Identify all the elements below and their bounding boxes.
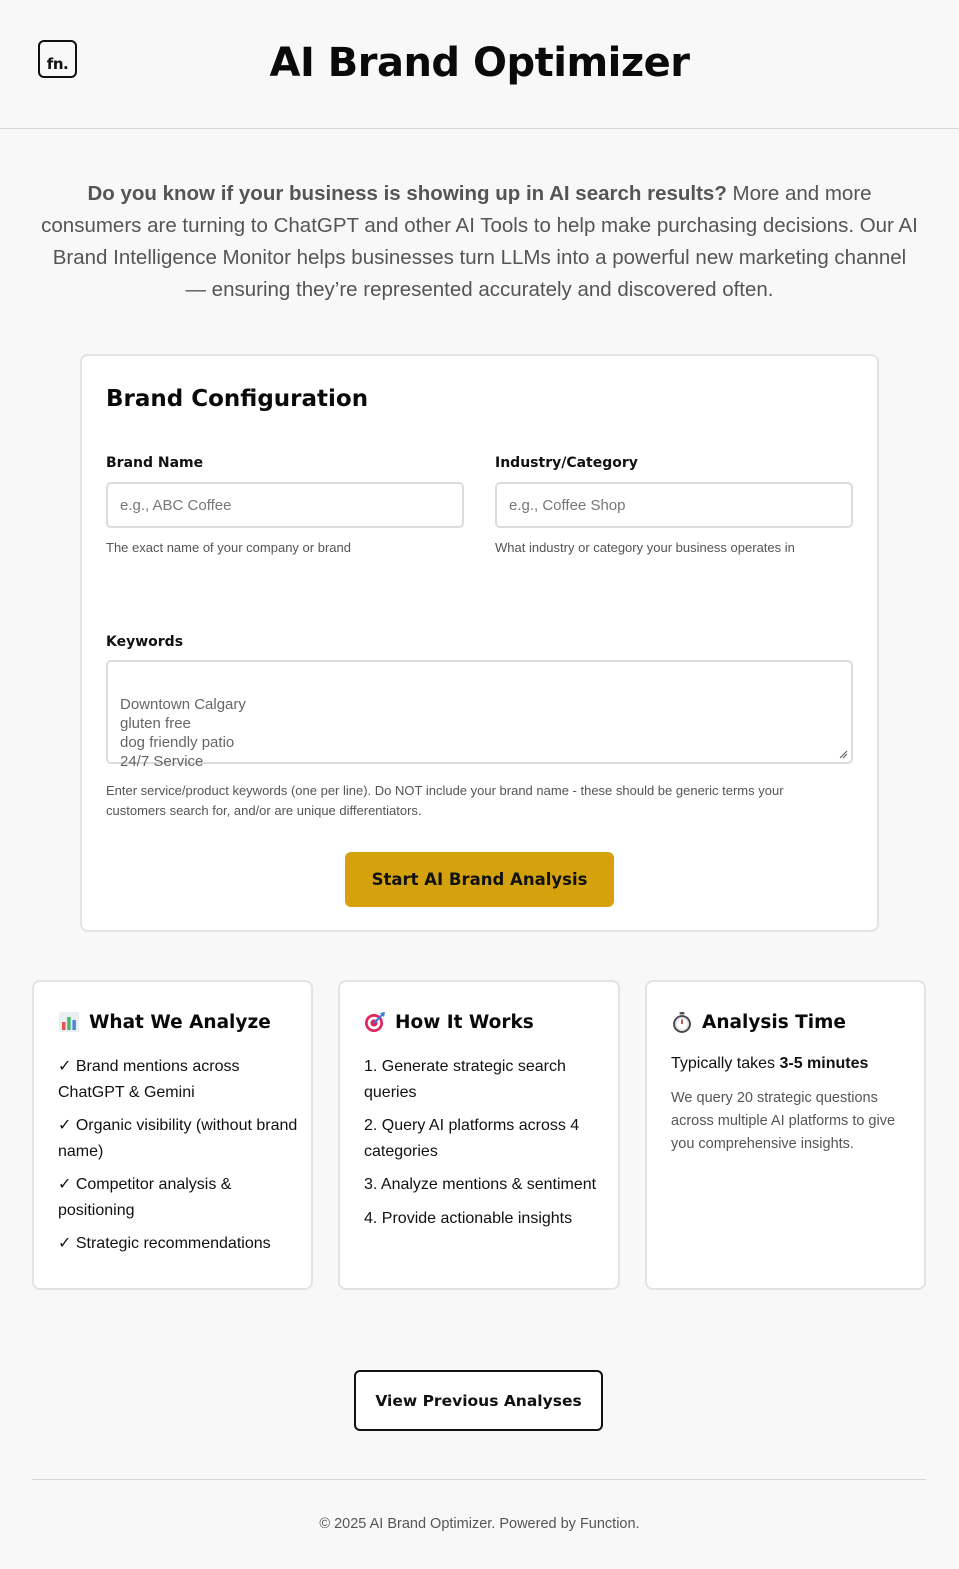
industry-help: What industry or category your business … — [495, 540, 795, 555]
analysis-description: We query 20 strategic questions across m… — [671, 1090, 896, 1152]
card-title: What We Analyze — [89, 1011, 271, 1033]
list-item: ✓ Strategic recommendations — [58, 1235, 271, 1252]
industry-input[interactable] — [495, 482, 853, 528]
list-item: ✓ Brand mentions across ChatGPT & Gemini — [58, 1058, 240, 1101]
card-title: How It Works — [395, 1011, 534, 1033]
analyze-list: ✓ Brand mentions across ChatGPT & Gemini… — [58, 1054, 298, 1265]
how-it-works-card: How It Works 1. Generate strategic searc… — [338, 980, 620, 1290]
resize-handle-icon[interactable] — [839, 750, 848, 759]
keywords-value: Downtown Calgary gluten free dog friendl… — [120, 696, 246, 770]
list-item: ✓ Organic visibility (without brand name… — [58, 1117, 298, 1160]
list-item: 2. Query AI platforms across 4 categorie… — [364, 1117, 580, 1160]
keywords-label: Keywords — [106, 634, 184, 650]
brand-name-label: Brand Name — [106, 455, 204, 471]
what-we-analyze-card: What We Analyze ✓ Brand mentions across … — [32, 980, 313, 1290]
stopwatch-icon — [673, 1012, 691, 1033]
keywords-textarea[interactable]: Downtown Calgary gluten free dog friendl… — [106, 660, 853, 770]
analysis-time-card: Analysis Time Typically takes 3-5 minute… — [645, 980, 926, 1290]
brand-name-input[interactable] — [106, 482, 464, 528]
list-item: 1. Generate strategic search queries — [364, 1058, 566, 1101]
list-item: ✓ Competitor analysis & positioning — [58, 1176, 232, 1219]
bar-chart-icon — [59, 1012, 79, 1032]
header: fn. AI Brand Optimizer — [0, 0, 959, 129]
duration-prefix: Typically takes — [671, 1055, 780, 1072]
analysis-duration: Typically takes 3-5 minutes — [671, 1055, 868, 1073]
brand-name-help: The exact name of your company or brand — [106, 540, 351, 555]
intro-bold: Do you know if your business is showing … — [87, 182, 727, 205]
keywords-help: Enter service/product keywords (one per … — [106, 783, 784, 818]
list-item: 3. Analyze mentions & sentiment — [364, 1176, 597, 1193]
page-title: AI Brand Optimizer — [269, 40, 690, 86]
industry-label: Industry/Category — [495, 455, 638, 471]
intro-paragraph: Do you know if your business is showing … — [40, 178, 919, 306]
view-previous-analyses-button[interactable]: View Previous Analyses — [354, 1370, 603, 1431]
card-title: Analysis Time — [702, 1011, 846, 1033]
config-title: Brand Configuration — [106, 386, 369, 412]
how-list: 1. Generate strategic search queries 2. … — [364, 1054, 604, 1239]
brand-configuration-card: Brand Configuration Brand Name The exact… — [80, 354, 879, 932]
footer-divider — [32, 1479, 926, 1480]
footer: © 2025 AI Brand Optimizer. Powered by Fu… — [319, 1516, 640, 1532]
start-analysis-button[interactable]: Start AI Brand Analysis — [345, 852, 614, 907]
list-item: 4. Provide actionable insights — [364, 1209, 573, 1227]
target-icon — [365, 1012, 385, 1032]
duration-value: 3-5 minutes — [779, 1055, 869, 1072]
